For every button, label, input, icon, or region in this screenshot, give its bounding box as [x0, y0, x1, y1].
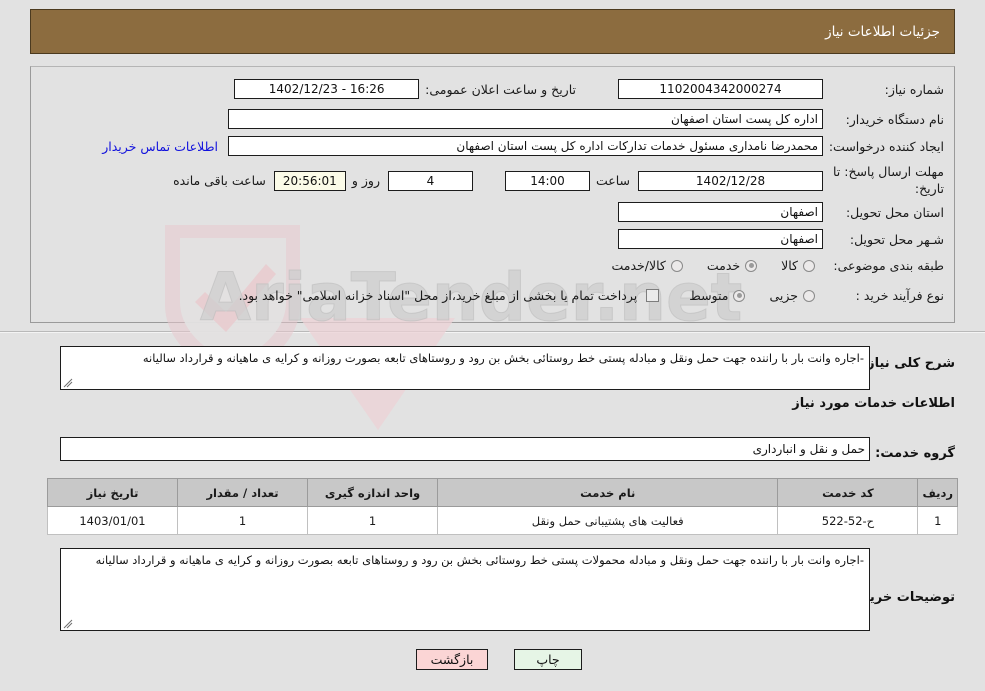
category-option-kala[interactable]: کالا — [781, 258, 815, 273]
remaining-time-label: ساعت باقی مانده — [173, 173, 266, 189]
description-label-wrap: شرح کلی نیاز: — [862, 352, 955, 371]
service-group-input[interactable]: حمل و نقل و انبارداری — [60, 437, 870, 461]
table-header-row: ردیف کد خدمت نام خدمت واحد اندازه گیری ت… — [47, 478, 958, 507]
cell-unit: 1 — [307, 506, 438, 535]
remaining-time-counter: 20:56:01 — [273, 170, 346, 191]
process-option-motavaset-label: متوسط — [689, 288, 729, 303]
print-button[interactable]: چاپ — [514, 649, 582, 670]
radio-jozii-icon[interactable] — [803, 289, 815, 302]
buyer-notes-textarea[interactable]: -اجاره وانت بار با راننده جهت حمل ونقل و… — [60, 548, 870, 631]
th-service-code: کد خدمت — [777, 478, 919, 507]
deadline-row: مهلت ارسال پاسخ: تا تاریخ: 1402/12/28 سا… — [173, 164, 944, 198]
deadline-hour-input[interactable]: 14:00 — [504, 170, 590, 191]
page-title: جزئیات اطلاعات نیاز — [825, 23, 940, 40]
islamic-treasury-checkbox[interactable]: پرداخت تمام یا بخشی از مبلغ خرید،از محل … — [239, 288, 660, 303]
page-header-bar: جزئیات اطلاعات نیاز — [30, 9, 955, 54]
section-divider — [0, 331, 985, 333]
category-label: طبقه بندی موضوعی: — [833, 258, 944, 273]
announce-datetime-input[interactable]: 16:26 - 1402/12/23 — [234, 79, 420, 99]
islamic-treasury-label: پرداخت تمام یا بخشی از مبلغ خرید،از محل … — [238, 288, 638, 303]
city-label: شـهر محل تحویل: — [849, 231, 944, 247]
need-number-input[interactable]: 1102004342000274 — [618, 79, 823, 99]
buyer-org-input[interactable]: اداره کل پست استان اصفهان — [228, 109, 823, 129]
buyer-notes-resize-grip-icon[interactable] — [63, 619, 73, 629]
table-row[interactable]: 1 ح-52-522 فعالیت های پشتیبانی حمل ونقل … — [47, 506, 958, 535]
th-quantity: تعداد / مقدار — [177, 478, 308, 507]
radio-kala-khedmat-icon[interactable] — [670, 259, 683, 272]
description-label: شرح کلی نیاز: — [861, 356, 955, 371]
category-option-kala-label: کالا — [781, 258, 798, 273]
th-service-name: نام خدمت — [436, 478, 779, 507]
requester-input[interactable]: محمدرضا نامداری مسئول خدمات تدارکات ادار… — [228, 136, 823, 156]
radio-khedmat-icon[interactable] — [745, 259, 758, 272]
buyer-contact-link[interactable]: اطلاعات تماس خریدار — [102, 139, 218, 154]
need-number-row: شماره نیاز: 1102004342000274 تاریخ و ساع… — [234, 79, 944, 99]
cell-service-code: ح-52-522 — [777, 506, 919, 535]
back-button[interactable]: بازگشت — [416, 649, 488, 670]
province-input[interactable]: اصفهان — [618, 202, 823, 222]
process-option-jozii-label: جزیی — [769, 288, 798, 303]
province-label: استان محل تحویل: — [845, 204, 944, 220]
th-need-date: تاریخ نیاز — [47, 478, 178, 507]
deadline-hour-label: ساعت — [595, 173, 630, 189]
remaining-days-input[interactable]: 4 — [387, 170, 473, 191]
province-row: استان محل تحویل: اصفهان — [618, 202, 944, 222]
services-table: ردیف کد خدمت نام خدمت واحد اندازه گیری ت… — [47, 478, 958, 535]
services-heading: اطلاعات خدمات مورد نیاز — [792, 396, 955, 411]
cell-service-name: فعالیت های پشتیبانی حمل ونقل — [436, 506, 779, 535]
description-text: -اجاره وانت بار با راننده جهت حمل ونقل و… — [142, 351, 864, 365]
requester-row: ایجاد کننده درخواست: محمدرضا نامداری مسئ… — [102, 136, 944, 156]
announce-datetime-label: تاریخ و ساعت اعلان عمومی: — [425, 81, 576, 97]
service-group-label: گروه خدمت: — [875, 446, 955, 461]
need-number-label: شماره نیاز: — [884, 81, 944, 97]
cell-quantity: 1 — [177, 506, 308, 535]
service-group-label-wrap: گروه خدمت: — [875, 442, 955, 461]
radio-motavaset-icon[interactable] — [733, 289, 746, 302]
buyer-notes-text: -اجاره وانت بار با راننده جهت حمل ونقل و… — [95, 553, 864, 567]
category-option-khedmat[interactable]: خدمت — [706, 258, 758, 273]
description-textarea[interactable]: -اجاره وانت بار با راننده جهت حمل ونقل و… — [60, 346, 870, 390]
city-input[interactable]: اصفهان — [618, 229, 823, 249]
page-root: AriaTender.net AriaTender.net جزئیات اطل… — [0, 0, 985, 691]
resize-grip-icon[interactable] — [63, 378, 73, 388]
radio-kala-icon[interactable] — [803, 259, 815, 272]
cell-row-no: 1 — [917, 506, 958, 535]
category-option-khedmat-label: خدمت — [706, 258, 741, 273]
process-type-row: نوع فرآیند خرید : جزیی متوسط پرداخت تمام… — [239, 288, 944, 303]
th-unit: واحد اندازه گیری — [307, 478, 438, 507]
city-row: شـهر محل تحویل: اصفهان — [618, 229, 944, 249]
checkbox-icon[interactable] — [646, 289, 660, 302]
category-option-kala-khedmat[interactable]: کالا/خدمت — [611, 258, 683, 273]
cell-need-date: 1403/01/01 — [47, 506, 178, 535]
need-info-panel: شماره نیاز: 1102004342000274 تاریخ و ساع… — [30, 66, 955, 323]
requester-label: ایجاد کننده درخواست: — [828, 138, 944, 154]
process-option-motavaset[interactable]: متوسط — [689, 288, 746, 303]
process-label: نوع فرآیند خرید : — [855, 288, 944, 303]
buyer-org-row: نام دستگاه خریدار: اداره کل پست استان اص… — [228, 109, 944, 129]
deadline-label: مهلت ارسال پاسخ: تا تاریخ: — [833, 164, 944, 196]
buyer-org-label: نام دستگاه خریدار: — [845, 111, 944, 127]
process-option-jozii[interactable]: جزیی — [769, 288, 815, 303]
remaining-days-label: روز و — [351, 173, 380, 189]
deadline-date-input[interactable]: 1402/12/28 — [638, 170, 823, 191]
category-option-kala-khedmat-label: کالا/خدمت — [611, 258, 666, 273]
th-row-no: ردیف — [917, 478, 958, 507]
category-row: طبقه بندی موضوعی: کالا خدمت کالا/خدمت — [611, 258, 944, 273]
